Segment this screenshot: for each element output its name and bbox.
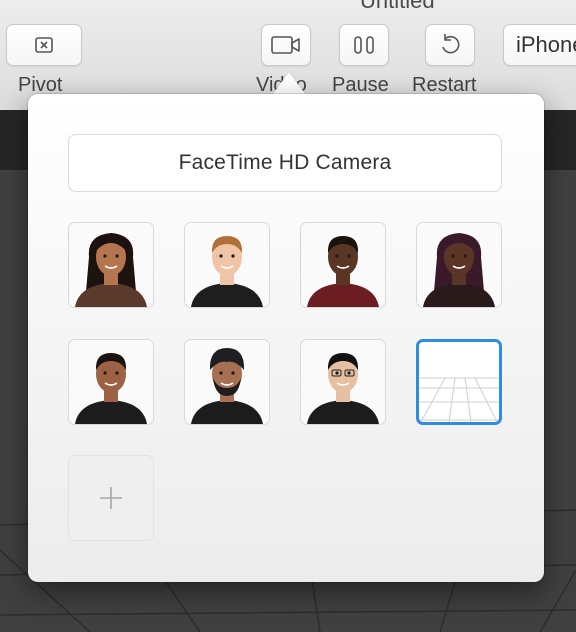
camera-source-selector[interactable]: FaceTime HD Camera bbox=[68, 134, 502, 192]
grid-plane-icon bbox=[419, 377, 499, 422]
close-box-icon bbox=[35, 37, 53, 53]
face-tile-2[interactable] bbox=[184, 222, 270, 308]
restart-icon bbox=[442, 34, 460, 54]
popover-arrow bbox=[272, 72, 306, 95]
face-tile-3[interactable] bbox=[300, 222, 386, 308]
eye bbox=[231, 371, 235, 375]
eye bbox=[115, 371, 119, 375]
pause-icon bbox=[354, 36, 374, 54]
eye bbox=[219, 371, 223, 375]
add-source-tile[interactable] bbox=[68, 455, 154, 541]
eye bbox=[463, 254, 467, 258]
face-thumbnail bbox=[185, 340, 269, 424]
eye bbox=[347, 254, 351, 258]
face-tile-7[interactable] bbox=[300, 339, 386, 425]
face-tile-1[interactable] bbox=[68, 222, 154, 308]
face-thumbnail bbox=[69, 223, 153, 307]
eye bbox=[347, 371, 351, 375]
video-button[interactable] bbox=[261, 24, 311, 66]
face-thumbnail bbox=[417, 223, 501, 307]
face-thumbnail bbox=[301, 340, 385, 424]
plus-icon bbox=[100, 487, 122, 509]
face-tile-4[interactable] bbox=[416, 222, 502, 308]
face-thumbnail bbox=[301, 223, 385, 307]
eye bbox=[103, 254, 107, 258]
eye bbox=[115, 254, 119, 258]
grid-plane-tile[interactable] bbox=[416, 339, 502, 425]
video-camera-icon bbox=[271, 36, 300, 54]
window-title: Untitled bbox=[360, 0, 435, 13]
eye bbox=[231, 254, 235, 258]
eye bbox=[335, 254, 339, 258]
pivot-button[interactable] bbox=[6, 24, 82, 66]
video-source-popover: FaceTime HD Camera bbox=[28, 94, 544, 582]
eye bbox=[103, 371, 107, 375]
eye bbox=[219, 254, 223, 258]
face-tile-6[interactable] bbox=[184, 339, 270, 425]
eye bbox=[451, 254, 455, 258]
restart-button[interactable] bbox=[425, 24, 475, 66]
face-thumbnail bbox=[185, 223, 269, 307]
device-button[interactable]: iPhone bbox=[503, 24, 576, 66]
face-thumbnail bbox=[69, 340, 153, 424]
face-tile-5[interactable] bbox=[68, 339, 154, 425]
eye bbox=[335, 371, 339, 375]
pause-button[interactable] bbox=[339, 24, 389, 66]
